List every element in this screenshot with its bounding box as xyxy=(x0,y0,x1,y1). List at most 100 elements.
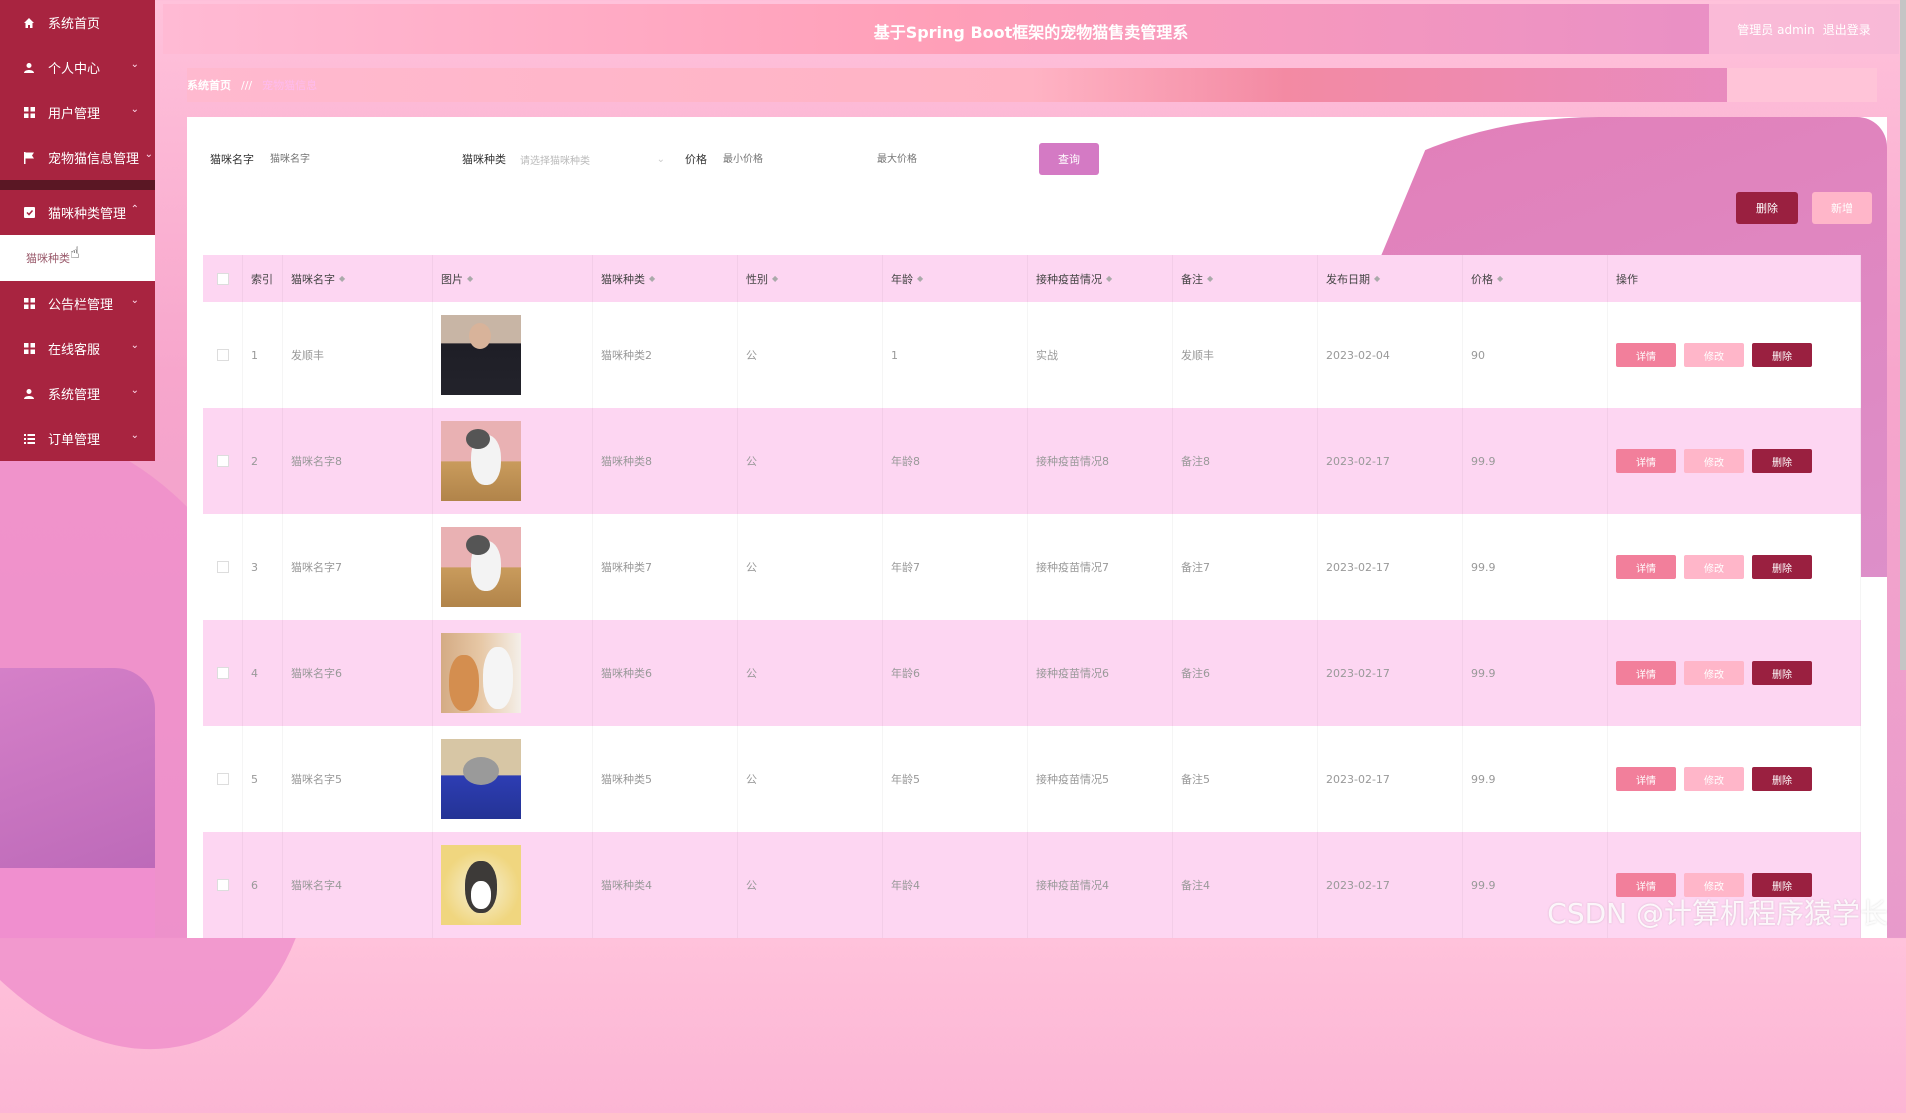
header-note[interactable]: 备注 ◆ xyxy=(1173,255,1318,302)
row-checkbox[interactable] xyxy=(216,667,229,679)
sidebar-item-cat-info[interactable]: 宠物猫信息管理 ⌄ xyxy=(0,135,155,180)
cat-thumbnail[interactable] xyxy=(441,633,521,713)
header-price[interactable]: 价格 ◆ xyxy=(1463,255,1608,302)
cell-type: 猫咪种类2 xyxy=(593,302,738,408)
sidebar-item-system[interactable]: 系统管理 ⌄ xyxy=(0,371,155,416)
sidebar-item-orders[interactable]: 订单管理 ⌄ xyxy=(0,416,155,461)
sidebar-item-home[interactable]: 系统首页 xyxy=(0,0,155,45)
cell-date: 2023-02-17 xyxy=(1318,514,1463,620)
select-all-checkbox[interactable] xyxy=(216,272,229,285)
delete-button[interactable]: 删除 xyxy=(1752,343,1812,367)
sidebar-subitem-cat-types[interactable]: 猫咪种类 ☝ xyxy=(0,235,155,281)
cell-name: 猫咪名字6 xyxy=(283,620,433,726)
header-name[interactable]: 猫咪名字 ◆ xyxy=(283,255,433,302)
flag-icon xyxy=(22,151,36,164)
detail-button[interactable]: 详情 xyxy=(1616,767,1676,791)
cell-note: 备注8 xyxy=(1173,408,1318,514)
row-checkbox[interactable] xyxy=(216,455,229,467)
sidebar-item-label: 用户管理 xyxy=(48,107,101,122)
watermark: CSDN @计算机程序猿学长 xyxy=(1547,897,1888,930)
sort-icon: ◆ xyxy=(772,274,779,283)
edit-button[interactable]: 修改 xyxy=(1684,767,1744,791)
header-sex[interactable]: 性别 ◆ xyxy=(738,255,883,302)
sidebar-item-notice[interactable]: 公告栏管理 ⌄ xyxy=(0,281,155,326)
header-type[interactable]: 猫咪种类 ◆ xyxy=(593,255,738,302)
min-price-input[interactable] xyxy=(721,146,875,172)
row-checkbox[interactable] xyxy=(216,349,229,361)
cell-note: 发顺丰 xyxy=(1173,302,1318,408)
cell-index: 4 xyxy=(243,620,283,726)
name-input[interactable] xyxy=(268,146,402,172)
delete-button[interactable]: 删除 xyxy=(1752,661,1812,685)
batch-delete-button[interactable]: 删除 xyxy=(1736,192,1798,224)
row-checkbox[interactable] xyxy=(216,773,229,785)
cell-date: 2023-02-17 xyxy=(1318,832,1463,938)
max-price-input[interactable] xyxy=(875,146,1039,172)
edit-button[interactable]: 修改 xyxy=(1684,449,1744,473)
cell-type: 猫咪种类4 xyxy=(593,832,738,938)
tag-icon xyxy=(22,207,36,218)
sort-icon: ◆ xyxy=(339,274,346,283)
hand-cursor-icon: ☝ xyxy=(70,243,80,262)
cat-thumbnail[interactable] xyxy=(441,315,521,395)
sidebar-item-profile[interactable]: 个人中心 ⌄ xyxy=(0,45,155,90)
row-checkbox[interactable] xyxy=(216,561,229,573)
cell-age: 年龄5 xyxy=(883,726,1028,832)
breadcrumb-home[interactable]: 系统首页 xyxy=(187,77,231,93)
cell-index: 5 xyxy=(243,726,283,832)
table-row: 2 猫咪名字8 猫咪种类8 公 年龄8 接种疫苗情况8 备注8 2023-02-… xyxy=(203,408,1861,514)
sidebar-item-label: 系统首页 xyxy=(48,17,101,32)
cell-index: 3 xyxy=(243,514,283,620)
chevron-up-icon: ⌃ xyxy=(130,204,139,215)
price-label: 价格 xyxy=(685,153,707,166)
header-vaccine[interactable]: 接种疫苗情况 ◆ xyxy=(1028,255,1173,302)
delete-button[interactable]: 删除 xyxy=(1752,449,1812,473)
edit-button[interactable]: 修改 xyxy=(1684,555,1744,579)
sidebar-item-support[interactable]: 在线客服 ⌄ xyxy=(0,326,155,371)
cell-vaccine: 接种疫苗情况7 xyxy=(1028,514,1173,620)
cell-index: 6 xyxy=(243,832,283,938)
sidebar: 系统首页 个人中心 ⌄ 用户管理 ⌄ 宠物猫信息管理 ⌄ 猫咪种类管理 ⌃ 猫咪… xyxy=(0,0,155,938)
grid-icon xyxy=(22,298,36,309)
edit-button[interactable]: 修改 xyxy=(1684,343,1744,367)
cat-table: 索引 猫咪名字 ◆ 图片 ◆ 猫咪种类 ◆ 性别 ◆ 年龄 ◆ 接种疫苗情况 ◆ 备注 ◆ 发… xyxy=(203,255,1861,938)
breadcrumb-decoration xyxy=(1727,68,1877,102)
header-date[interactable]: 发布日期 ◆ xyxy=(1318,255,1463,302)
user-box: 管理员 admin 退出登录 xyxy=(1709,4,1899,54)
delete-button[interactable]: 删除 xyxy=(1752,767,1812,791)
sort-icon: ◆ xyxy=(1374,274,1381,283)
detail-button[interactable]: 详情 xyxy=(1616,449,1676,473)
cat-thumbnail[interactable] xyxy=(441,421,521,501)
cell-date: 2023-02-17 xyxy=(1318,726,1463,832)
detail-button[interactable]: 详情 xyxy=(1616,661,1676,685)
detail-button[interactable]: 详情 xyxy=(1616,555,1676,579)
sidebar-item-users[interactable]: 用户管理 ⌄ xyxy=(0,90,155,135)
cell-type: 猫咪种类8 xyxy=(593,408,738,514)
query-button[interactable]: 查询 xyxy=(1039,143,1099,175)
row-checkbox[interactable] xyxy=(216,879,229,891)
page-scrollbar[interactable] xyxy=(1900,0,1906,670)
home-icon xyxy=(22,17,36,29)
cell-sex: 公 xyxy=(738,302,883,408)
edit-button[interactable]: 修改 xyxy=(1684,661,1744,685)
add-button[interactable]: 新增 xyxy=(1812,192,1872,224)
cat-thumbnail[interactable] xyxy=(441,845,521,925)
breadcrumb-separator: /// xyxy=(241,78,253,92)
cell-sex: 公 xyxy=(738,620,883,726)
header-image[interactable]: 图片 ◆ xyxy=(433,255,593,302)
user-icon xyxy=(22,62,36,74)
type-select[interactable]: 请选择猫咪种类 ⌄ xyxy=(520,147,665,171)
type-label: 猫咪种类 xyxy=(462,153,506,166)
sort-icon: ◆ xyxy=(1106,274,1113,283)
delete-button[interactable]: 删除 xyxy=(1752,555,1812,579)
cell-age: 年龄7 xyxy=(883,514,1028,620)
logout-link[interactable]: 退出登录 xyxy=(1823,21,1871,38)
sidebar-item-cat-types[interactable]: 猫咪种类管理 ⌃ xyxy=(0,190,155,235)
cat-thumbnail[interactable] xyxy=(441,527,521,607)
header-age[interactable]: 年龄 ◆ xyxy=(883,255,1028,302)
detail-button[interactable]: 详情 xyxy=(1616,343,1676,367)
header-index: 索引 xyxy=(243,255,283,302)
cat-thumbnail[interactable] xyxy=(441,739,521,819)
sidebar-item-label: 系统管理 xyxy=(48,388,101,403)
cell-note: 备注6 xyxy=(1173,620,1318,726)
